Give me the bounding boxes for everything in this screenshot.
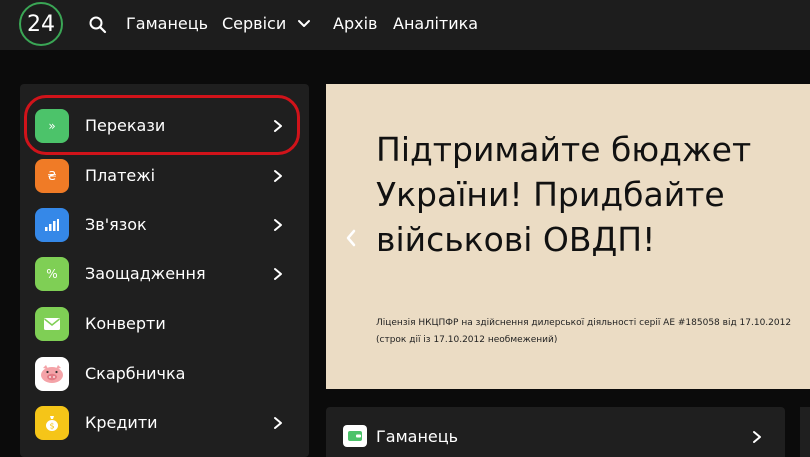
sidebar-item-envelopes[interactable]: Конверти	[20, 299, 309, 349]
sidebar-item-label: Перекази	[85, 116, 166, 135]
piggy-bank-icon	[35, 357, 69, 391]
banner-headline: Підтримайте бюджет України! Придбайте ві…	[376, 130, 752, 259]
nav-analytics[interactable]: Аналітика	[393, 14, 478, 33]
chevron-right-icon	[274, 170, 282, 182]
logo-text: 24	[27, 11, 55, 37]
sidebar-item-label: Заощадження	[85, 264, 206, 283]
transfer-icon: »	[35, 109, 69, 143]
sidebar-item-label: Платежі	[85, 166, 156, 185]
search-icon[interactable]	[88, 15, 108, 35]
sidebar-item-piggy-bank[interactable]: Скарбничка	[20, 349, 309, 399]
sidebar-item-transfers[interactable]: » Перекази	[20, 101, 309, 151]
payment-icon: ₴	[35, 159, 69, 193]
wallet-card-label: Гаманець	[376, 427, 459, 446]
logo[interactable]: 24	[19, 2, 63, 46]
nav-services[interactable]: Сервіси	[222, 14, 286, 33]
signal-icon	[35, 208, 69, 242]
chevron-right-icon	[753, 431, 761, 443]
sidebar-item-mobile[interactable]: Зв'язок	[20, 200, 309, 250]
chevron-left-icon[interactable]	[344, 228, 358, 248]
sidebar-item-label: Кредити	[85, 413, 158, 432]
sidebar-item-label: Конверти	[85, 314, 166, 333]
promo-banner[interactable]: Підтримайте бюджет України! Придбайте ві…	[326, 84, 810, 389]
sidebar-item-payments[interactable]: ₴ Платежі	[20, 151, 309, 201]
top-bar: 24 Гаманець Сервіси Архів Аналітика	[0, 0, 810, 50]
money-bag-icon: $	[35, 406, 69, 440]
chevron-right-icon	[274, 417, 282, 429]
wallet-card[interactable]: Гаманець	[326, 407, 785, 457]
percent-icon: %	[35, 257, 69, 291]
banner-license-text: Ліцензія НКЦПФР на здійснення дилерської…	[376, 318, 792, 345]
svg-text:$: $	[49, 422, 54, 431]
sidebar-item-credits[interactable]: $ Кредити	[20, 398, 309, 448]
chevron-right-icon	[274, 268, 282, 280]
sidebar-item-label: Скарбничка	[85, 364, 186, 383]
chevron-down-icon[interactable]	[296, 16, 312, 32]
chevron-right-icon	[274, 120, 282, 132]
next-card[interactable]	[800, 407, 810, 457]
sidebar-item-savings[interactable]: % Заощадження	[20, 249, 309, 299]
envelope-icon	[35, 307, 69, 341]
chevron-right-icon	[274, 219, 282, 231]
nav-wallet[interactable]: Гаманець	[126, 14, 208, 33]
nav-archive[interactable]: Архів	[333, 14, 377, 33]
sidebar-item-label: Зв'язок	[85, 215, 147, 234]
sidebar-menu: » Перекази ₴ Платежі Зв'язок % Заощаджен…	[20, 84, 309, 457]
wallet-icon	[343, 425, 367, 447]
